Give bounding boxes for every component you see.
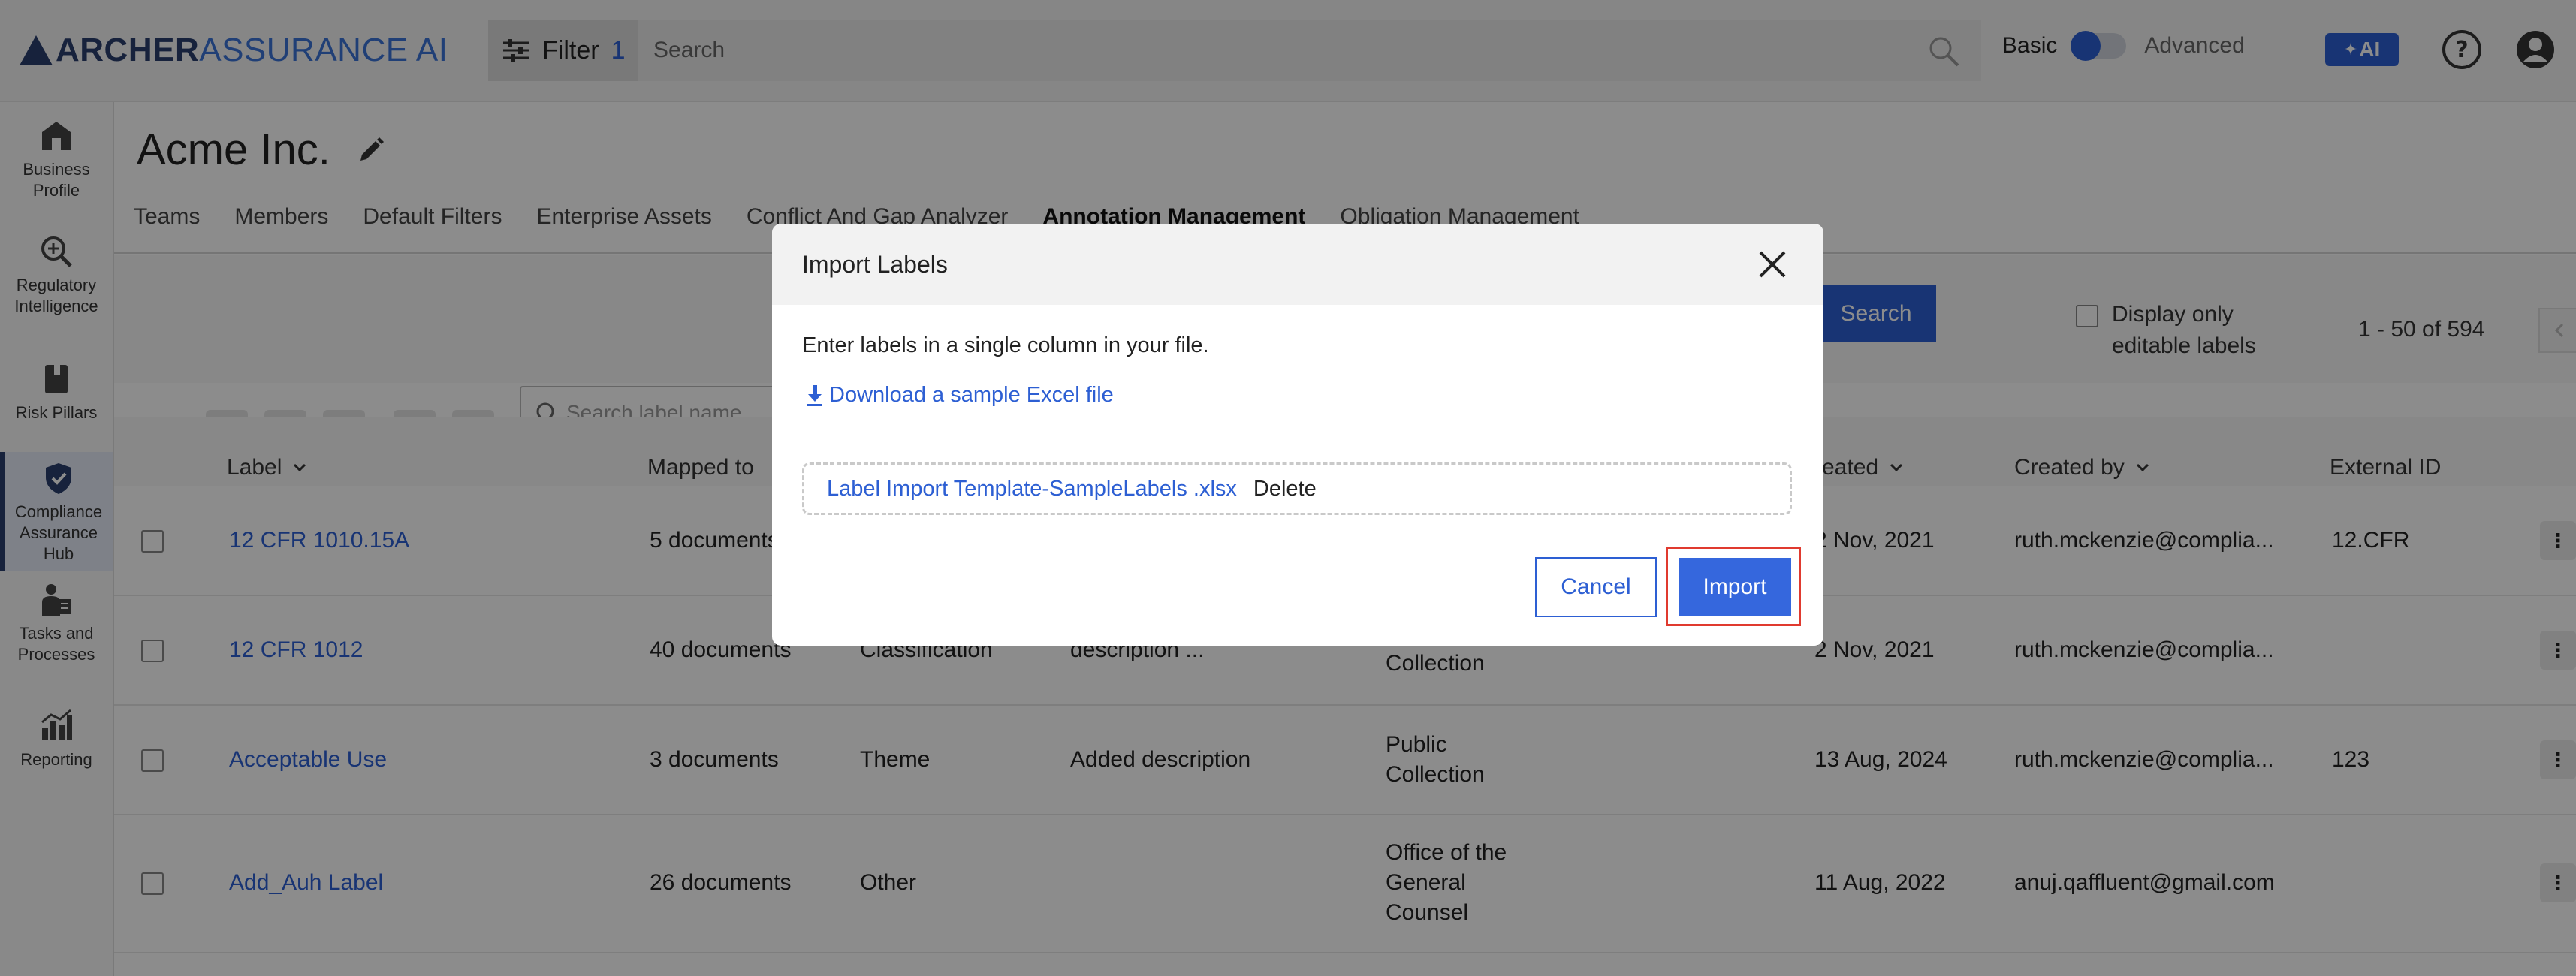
import-labels-dialog: Import Labels Enter labels in a single c…	[772, 224, 1823, 646]
dialog-header: Import Labels	[772, 224, 1823, 305]
file-dropzone[interactable]: Label Import Template-SampleLabels .xlsx…	[802, 462, 1792, 515]
dialog-instruction: Enter labels in a single column in your …	[802, 333, 1209, 357]
close-button[interactable]	[1751, 243, 1793, 285]
download-icon	[807, 384, 822, 406]
close-icon	[1759, 251, 1786, 278]
cancel-button-text: Cancel	[1561, 574, 1631, 599]
cancel-button[interactable]: Cancel	[1535, 557, 1657, 617]
import-button[interactable]: Import	[1679, 558, 1791, 616]
download-sample-link[interactable]: Download a sample Excel file	[805, 383, 1114, 408]
import-button-text: Import	[1703, 574, 1767, 599]
download-sample-text: Download a sample Excel file	[829, 383, 1114, 407]
delete-file-button[interactable]: Delete	[1253, 477, 1317, 502]
selected-file-name[interactable]: Label Import Template-SampleLabels .xlsx	[827, 477, 1237, 502]
dialog-title: Import Labels	[802, 251, 948, 278]
import-button-highlight: Import	[1666, 547, 1801, 626]
